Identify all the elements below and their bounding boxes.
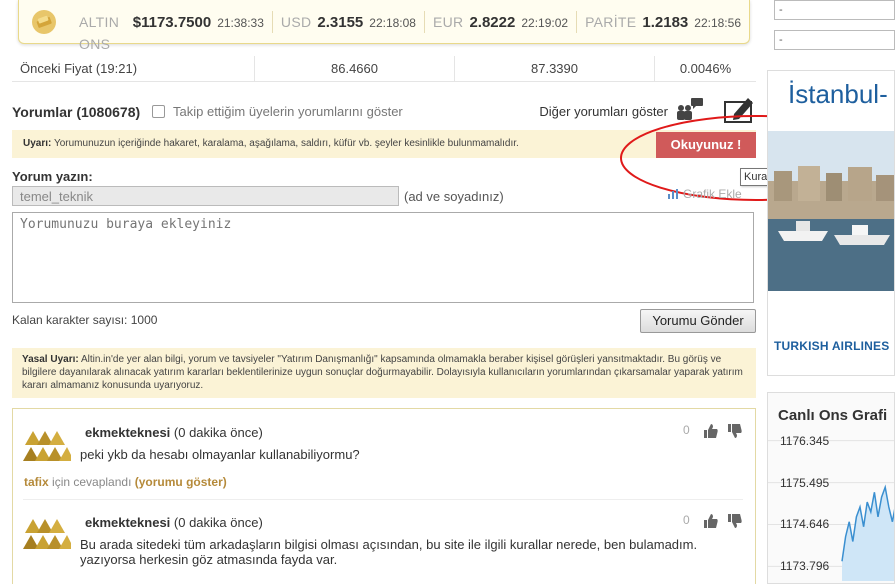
comment-body: peki ykb da hesabı olmayanlar kullanabil… (80, 447, 360, 462)
ticker-value: 1.2183 (642, 13, 689, 31)
ticker-time: 21:38:33 (217, 15, 264, 30)
comment-form-label: Yorum yazın: (12, 169, 93, 184)
thumbs-down-icon[interactable] (727, 423, 743, 439)
ticker-time: 22:18:08 (369, 15, 416, 30)
chart-title: Canlı Ons Grafi (778, 407, 888, 424)
ticker-name: ALTIN ONS (79, 13, 120, 52)
bar-chart-icon (668, 189, 678, 199)
legal-text: Altin.in'de yer alan bilgi, yorum ve tav… (22, 354, 743, 391)
gold-logo-icon (31, 9, 57, 35)
remaining-chars: Kalan karakter sayısı: 1000 (12, 313, 158, 327)
show-comment-link[interactable]: (yorumu göster) (135, 475, 227, 489)
ticker-value: 2.3155 (317, 13, 364, 31)
ticker-time: 22:19:02 (521, 15, 569, 30)
sidebar-select[interactable]: - (774, 0, 895, 20)
ticker-item-altin[interactable]: ALTIN ONS $1173.7500 21:38:33 (71, 10, 273, 52)
price-ticker: ALTIN ONS $1173.7500 21:38:33 USD 2.3155… (18, 0, 750, 52)
previous-price-row: Önceki Fiyat (19:21) 86.4660 87.3390 0.0… (12, 56, 756, 82)
read-rules-button[interactable]: Okuyunuz ! (656, 132, 756, 158)
airline-ad[interactable]: İstanbul- TURKISH AIRLINES (767, 70, 895, 376)
write-comment-icon[interactable] (722, 94, 756, 124)
name-hint: (ad ve soyadınız) (404, 189, 504, 204)
comment-time: (0 dakika önce) (173, 425, 263, 440)
follow-label[interactable]: Takip ettiğim üyelerin yorumlarını göste… (173, 104, 403, 119)
add-chart-button[interactable]: Grafik Ekle (668, 187, 742, 201)
avatar (23, 513, 71, 553)
previous-price-label: Önceki Fiyat (19:21) (12, 56, 255, 81)
sidebar-select[interactable]: - (774, 30, 895, 50)
ad-photo (768, 131, 894, 346)
ad-title: İstanbul- (788, 79, 888, 109)
reply-text: için cevaplandı (52, 475, 132, 489)
vote-count: 0 (683, 513, 690, 527)
warning-message: Yorumunuzun içeriğinde hakaret, karalama… (53, 138, 519, 149)
previous-price-change: 0.0046% (679, 61, 732, 76)
avatar (23, 425, 71, 465)
ticker-name: EUR (432, 13, 464, 30)
live-gold-chart: Canlı Ons Grafi 1176.345 1175.495 1174.646… (767, 392, 895, 584)
comment-author: ekmekteknesi (0 dakika önce) (85, 515, 263, 530)
other-comments-label[interactable]: Diğer yorumları göster (539, 104, 668, 119)
people-icon[interactable] (674, 96, 704, 124)
list-item: ekmekteknesi (0 dakika önce) 0 peki ykb … (13, 409, 755, 499)
comment-username[interactable]: ekmekteknesi (85, 515, 170, 530)
follow-checkbox[interactable] (152, 105, 165, 118)
comment-list: ekmekteknesi (0 dakika önce) 0 peki ykb … (12, 408, 756, 584)
ticker-item-eur[interactable]: EUR 2.8222 22:19:02 (425, 10, 578, 33)
comment-time: (0 dakika önce) (173, 515, 263, 530)
legal-prefix: Yasal Uyarı: (22, 354, 79, 365)
list-item: ekmekteknesi (0 dakika önce) 0 Bu arada … (13, 499, 755, 584)
ticker-item-parite[interactable]: PARİTE 1.2183 22:18:56 (577, 11, 749, 33)
reply-username[interactable]: tafix (24, 475, 49, 489)
chart-area: 1176.345 1175.495 1174.646 1173.796 (768, 423, 894, 583)
ticker-time: 22:18:56 (694, 15, 741, 30)
previous-price-value: 86.4660 (255, 56, 455, 81)
y-tick-label: 1175.495 (780, 475, 830, 490)
warning-bar: Uyarı: Yorumunuzun içeriğinde hakaret, k… (12, 130, 756, 158)
comment-textarea[interactable] (12, 212, 754, 303)
thumbs-up-icon[interactable] (703, 513, 719, 529)
reply-info: tafix için cevaplandı (yorumu göster) (24, 475, 227, 489)
follow-filter[interactable]: Takip ettiğim üyelerin yorumlarını göste… (152, 104, 403, 119)
y-tick-label: 1176.345 (780, 433, 830, 448)
ticker-name: USD (280, 13, 312, 30)
comments-title: Yorumlar (1080678) (12, 104, 141, 120)
thumbs-down-icon[interactable] (727, 513, 743, 529)
y-tick-label: 1173.796 (780, 559, 830, 574)
comments-header: Yorumlar (1080678) Takip ettiğim üyeleri… (12, 98, 756, 126)
thumbs-up-icon[interactable] (703, 423, 719, 439)
send-comment-button[interactable]: Yorumu Gönder (640, 309, 756, 333)
ticker-value: 2.8222 (469, 13, 516, 31)
vote-count: 0 (683, 423, 690, 437)
y-tick-label: 1174.646 (780, 517, 830, 532)
legal-warning: Yasal Uyarı: Altin.in'de yer alan bilgi,… (12, 348, 756, 398)
warning-text: Uyarı: Yorumunuzun içeriğinde hakaret, k… (23, 138, 519, 149)
warning-prefix: Uyarı: (23, 138, 52, 149)
right-sidebar: - - İstanbul- TURKISH AIRLINES Canlı Ons… (767, 0, 895, 584)
ticker-value: $1173.7500 (132, 13, 212, 31)
comment-body: Bu arada sitedeki tüm arkadaşların bilgi… (80, 537, 698, 567)
ad-brand: TURKISH AIRLINES (774, 339, 890, 353)
previous-price-value: 87.3390 (455, 56, 655, 81)
add-chart-label: Grafik Ekle (683, 187, 742, 201)
comment-username[interactable]: ekmekteknesi (85, 425, 170, 440)
comment-author: ekmekteknesi (0 dakika önce) (85, 425, 263, 440)
ticker-item-usd[interactable]: USD 2.3155 22:18:08 (273, 10, 425, 33)
ticker-name: PARİTE (585, 13, 637, 30)
name-field[interactable] (12, 186, 399, 206)
